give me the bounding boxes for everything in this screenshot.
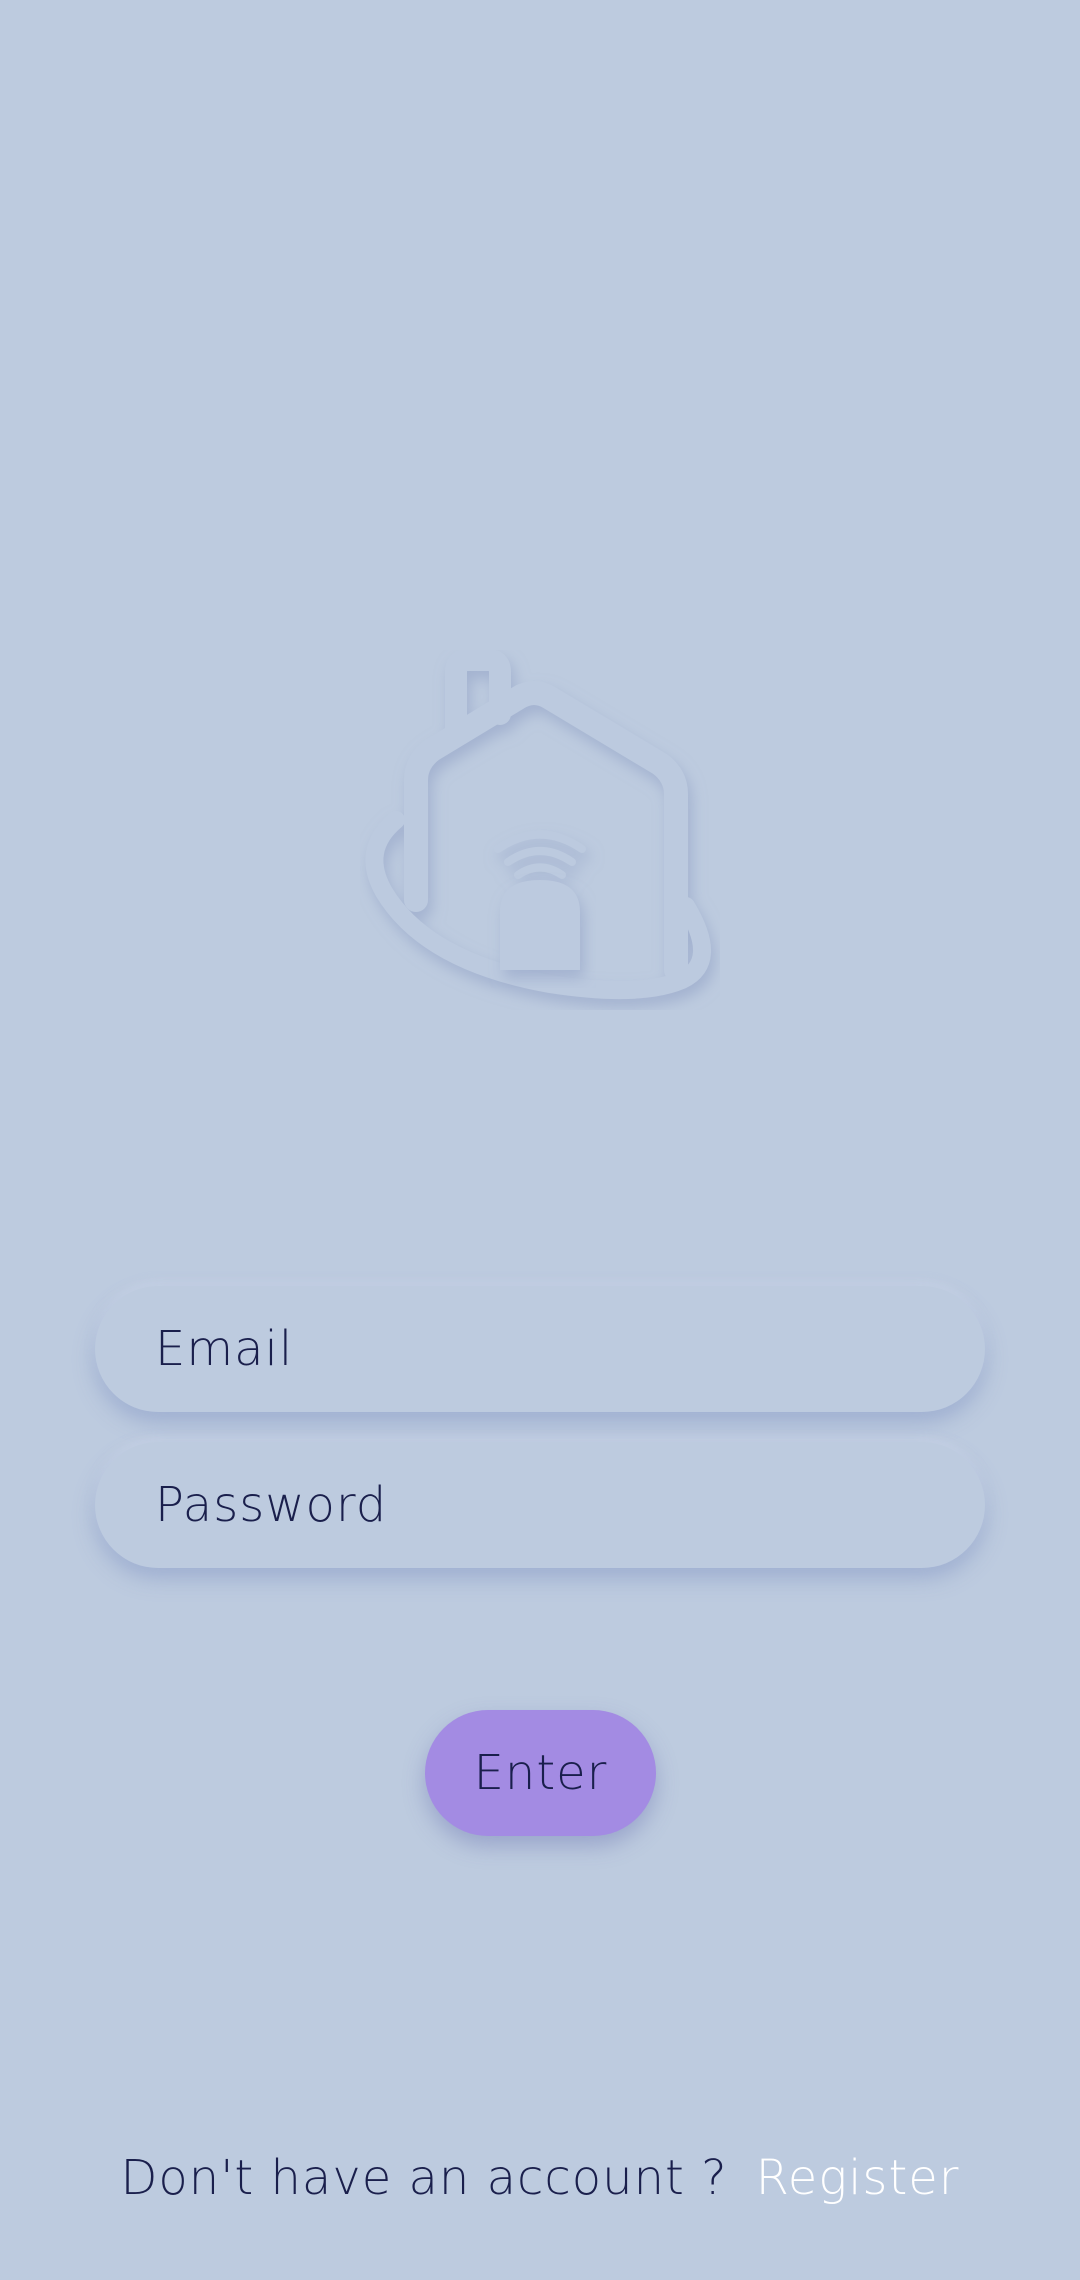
enter-button-label: Enter (473, 1745, 608, 1801)
login-screen: Email Password Enter Don't have an accou… (0, 0, 1080, 2280)
password-placeholder: Password (155, 1477, 388, 1533)
no-account-text: Don't have an account ? (120, 2150, 728, 2206)
register-link[interactable]: Register (756, 2150, 960, 2206)
enter-button[interactable]: Enter (425, 1710, 656, 1836)
smart-home-icon (360, 650, 720, 1010)
password-field[interactable]: Password (95, 1442, 985, 1568)
email-field[interactable]: Email (95, 1286, 985, 1412)
email-placeholder: Email (155, 1321, 294, 1377)
register-prompt: Don't have an account ? Register (0, 2150, 1080, 2206)
